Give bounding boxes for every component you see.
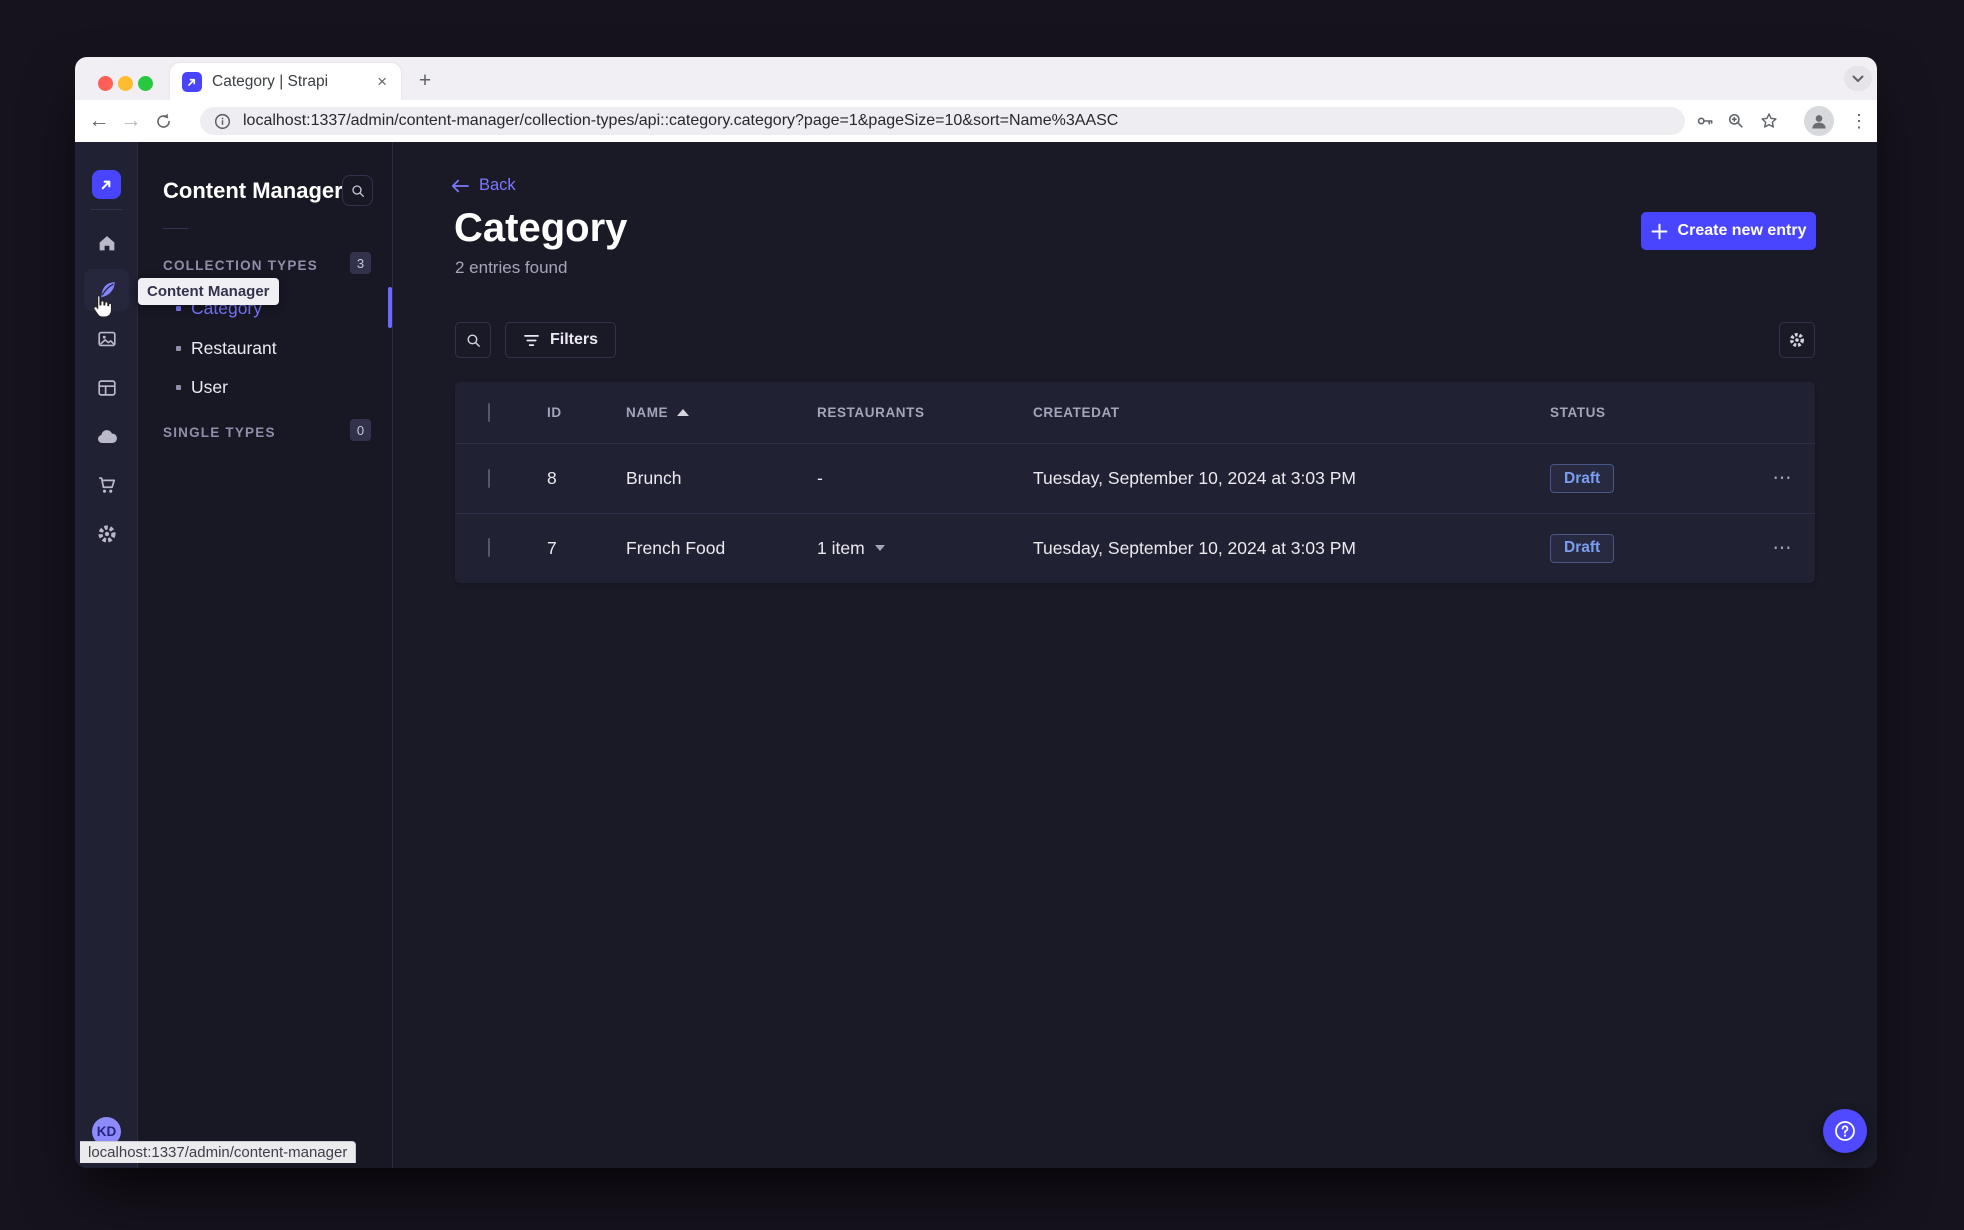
- settings-gear-icon[interactable]: [84, 513, 129, 555]
- browser-menu-icon[interactable]: ⋮: [1847, 105, 1871, 137]
- tab-search-chevron-icon[interactable]: [1844, 66, 1872, 91]
- column-header-createdat[interactable]: CREATEDAT: [1033, 405, 1550, 420]
- single-types-label: SINGLE TYPES: [163, 425, 276, 440]
- back-link[interactable]: Back: [451, 176, 516, 195]
- row-actions-menu[interactable]: ⋯: [1745, 467, 1815, 490]
- column-header-name[interactable]: NAME: [626, 405, 817, 420]
- cell-createdat: Tuesday, September 10, 2024 at 3:03 PM: [1033, 468, 1356, 488]
- sidebar-item-user[interactable]: User: [138, 367, 392, 407]
- entries-table: ID NAME RESTAURANTS CREATEDAT STATUS 8 B…: [455, 382, 1815, 583]
- forward-button: →: [120, 109, 142, 132]
- content-manager-icon[interactable]: [84, 269, 129, 311]
- browser-tab-strip: Category | Strapi × +: [75, 57, 1877, 100]
- plus-icon: [1651, 223, 1667, 239]
- column-header-restaurants[interactable]: RESTAURANTS: [817, 405, 1033, 420]
- browser-window: Category | Strapi × + ← → localhost:1337…: [75, 57, 1877, 1168]
- url-text: localhost:1337/admin/content-manager/col…: [243, 112, 1119, 129]
- strapi-favicon: [182, 71, 202, 92]
- subnav-search-button[interactable]: [342, 175, 373, 206]
- create-new-entry-button[interactable]: Create new entry: [1641, 212, 1816, 250]
- sidebar-item-restaurant[interactable]: Restaurant: [138, 328, 392, 368]
- url-bar[interactable]: localhost:1337/admin/content-manager/col…: [200, 107, 1685, 135]
- browser-tab[interactable]: Category | Strapi ×: [170, 63, 401, 100]
- status-badge: Draft: [1550, 464, 1615, 493]
- subnav-title: Content Manager: [163, 178, 343, 203]
- page-title: Category: [454, 206, 628, 250]
- new-tab-button[interactable]: +: [412, 68, 438, 94]
- cell-restaurants[interactable]: 1 item: [817, 538, 1033, 559]
- window-minimize-button[interactable]: [118, 76, 133, 91]
- strapi-app: KD Content Manager COLLECTION TYPES 3 Ca…: [75, 142, 1877, 1168]
- home-icon[interactable]: [84, 222, 129, 264]
- collection-types-count-badge: 3: [350, 252, 371, 274]
- tab-close-icon[interactable]: ×: [375, 73, 389, 90]
- filter-icon: [524, 334, 539, 346]
- row-actions-menu[interactable]: ⋯: [1745, 537, 1815, 560]
- reload-button[interactable]: [147, 105, 179, 137]
- main-nav-rail: KD: [75, 142, 138, 1168]
- browser-profile-avatar[interactable]: [1804, 106, 1834, 136]
- table-row[interactable]: 8 Brunch - Tuesday, September 10, 2024 a…: [455, 444, 1815, 513]
- back-button[interactable]: ←: [83, 105, 115, 137]
- bullet-icon: [176, 384, 181, 390]
- table-header-row: ID NAME RESTAURANTS CREATEDAT STATUS: [455, 382, 1815, 444]
- cell-id: 7: [547, 537, 557, 558]
- table-row[interactable]: 7 French Food 1 item Tuesday, September …: [455, 513, 1815, 582]
- single-types-count-badge: 0: [350, 419, 371, 441]
- window-zoom-button[interactable]: [138, 76, 153, 91]
- help-button[interactable]: [1823, 1109, 1867, 1153]
- zoom-icon[interactable]: [1720, 105, 1752, 137]
- cell-restaurants: -: [817, 468, 823, 488]
- main-content: Back Category 2 entries found Create new…: [393, 142, 1877, 1168]
- cell-id: 8: [547, 468, 557, 488]
- status-badge: Draft: [1550, 533, 1615, 563]
- cell-name: Brunch: [626, 468, 682, 488]
- deploy-cloud-icon[interactable]: [84, 416, 129, 458]
- window-close-button[interactable]: [98, 76, 113, 91]
- select-all-checkbox[interactable]: [488, 402, 490, 422]
- bookmark-star-icon[interactable]: [1753, 105, 1785, 137]
- content-type-builder-icon[interactable]: [84, 367, 129, 409]
- marketplace-cart-icon[interactable]: [84, 464, 129, 506]
- subnav-divider: [163, 228, 188, 229]
- browser-toolbar: ← → localhost:1337/admin/content-manager…: [75, 100, 1877, 142]
- content-manager-tooltip: Content Manager: [138, 278, 279, 305]
- question-icon: [1835, 1121, 1855, 1141]
- column-header-id[interactable]: ID: [547, 405, 626, 420]
- row-checkbox[interactable]: [488, 538, 490, 557]
- strapi-logo[interactable]: [92, 170, 121, 199]
- expand-caret-icon: [874, 545, 885, 551]
- password-key-icon[interactable]: [1689, 105, 1721, 137]
- sort-ascending-icon: [677, 409, 690, 416]
- row-checkbox[interactable]: [488, 468, 490, 488]
- bullet-icon: [176, 345, 181, 351]
- collection-types-label: COLLECTION TYPES: [163, 258, 318, 273]
- active-item-indicator: [388, 287, 392, 328]
- table-settings-button[interactable]: [1779, 322, 1815, 358]
- rail-divider: [91, 209, 122, 210]
- media-library-icon[interactable]: [84, 318, 129, 360]
- entries-count: 2 entries found: [455, 258, 568, 277]
- cell-name: French Food: [626, 537, 726, 558]
- table-search-button[interactable]: [455, 322, 491, 358]
- page-info-icon[interactable]: [214, 113, 231, 130]
- filters-button[interactable]: Filters: [505, 322, 617, 358]
- tab-title: Category | Strapi: [212, 72, 329, 90]
- bullet-icon: [176, 305, 181, 311]
- cell-createdat: Tuesday, September 10, 2024 at 3:03 PM: [1033, 537, 1356, 558]
- column-header-status[interactable]: STATUS: [1550, 405, 1745, 420]
- link-status-bubble: localhost:1337/admin/content-manager: [80, 1141, 357, 1163]
